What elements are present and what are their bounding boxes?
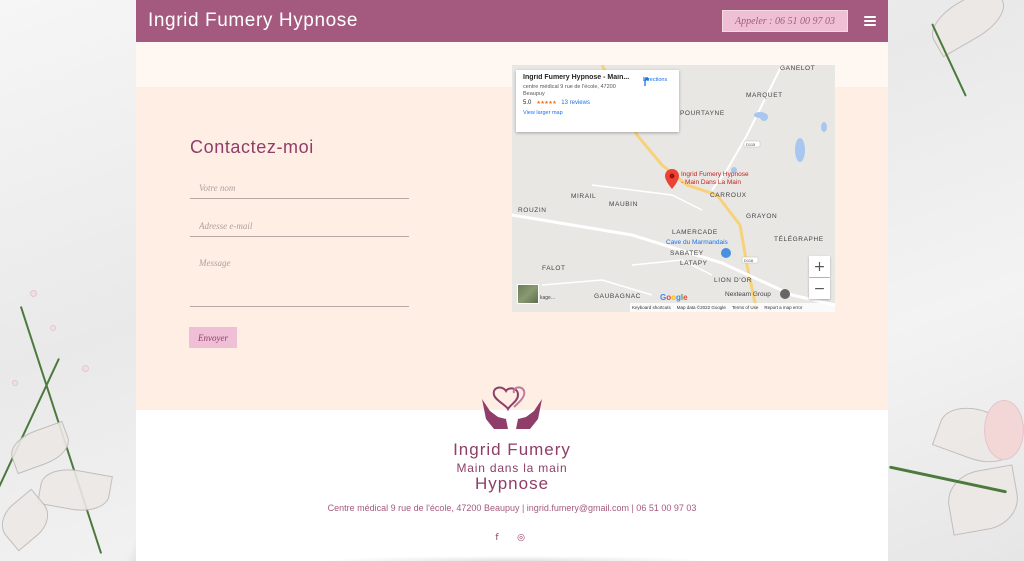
map-data-text: Map data ©2022 Google <box>676 305 726 310</box>
top-navbar: Ingrid Fumery Hypnose Appeler : 06 51 00… <box>136 0 888 42</box>
map-place-label: POURTAYNE <box>680 110 725 117</box>
map-place-label: GANELOT <box>780 65 816 72</box>
footer-contact-info: Centre médical 9 rue de l'école, 47200 B… <box>327 503 697 513</box>
botanical-decoration-right <box>888 0 1024 561</box>
map-place-label: TÉLÉGRAPHE <box>774 236 824 243</box>
star-rating-icon: ★★★★★ <box>536 100 557 106</box>
map-place-label: ROUZIN <box>518 207 547 214</box>
footer-name-line-3: Hypnose <box>474 474 550 493</box>
keyboard-shortcuts-link[interactable]: Keyboard shortcuts <box>632 305 671 310</box>
bottom-shadow <box>316 556 716 561</box>
map-place-label: kage... <box>540 295 556 301</box>
map-pin-label: Ingrid Fumery Hypnose <box>681 171 749 178</box>
page-column: Ingrid Fumery Hypnose Appeler : 06 51 00… <box>136 0 888 561</box>
call-button[interactable]: Appeler : 06 51 00 97 03 <box>722 10 848 32</box>
report-error-link[interactable]: Report a map error <box>764 305 802 310</box>
brand-title[interactable]: Ingrid Fumery Hypnose <box>148 10 358 32</box>
footer-name-line-1: Ingrid Fumery <box>453 440 571 459</box>
zoom-out-button[interactable]: − <box>809 278 830 299</box>
map-footer: Keyboard shortcuts Map data ©2022 Google… <box>630 303 835 312</box>
terms-link[interactable]: Terms of Use <box>732 305 759 310</box>
email-field[interactable] <box>190 215 409 237</box>
map-place-label: Nexteam Group <box>725 291 771 298</box>
map-card-address: centre médical 9 rue de l'école, 47200 B… <box>523 84 616 97</box>
map-place-label: MAUBIN <box>609 201 638 208</box>
satellite-toggle[interactable] <box>517 284 539 304</box>
hands-heart-icon <box>482 386 542 429</box>
navbar-actions: Appeler : 06 51 00 97 03 <box>722 10 876 32</box>
google-map[interactable]: GANELOT MARQUET POURTAYNE MIRAIL MAUBIN … <box>512 65 835 312</box>
road-label: D115 <box>746 142 756 147</box>
map-place-label: SABATEY <box>670 250 704 257</box>
map-place-label: MARQUET <box>746 92 783 99</box>
google-logo: Google <box>660 293 688 302</box>
facebook-icon[interactable]: f <box>492 532 502 544</box>
message-field[interactable] <box>190 253 409 307</box>
reviews-link[interactable]: 13 reviews <box>561 100 590 106</box>
map-place-label: MIRAIL <box>571 193 597 200</box>
botanical-decoration-left <box>0 270 136 561</box>
map-info-card: Ingrid Fumery Hypnose - Main... centre m… <box>516 70 679 132</box>
map-place-label: FALOT <box>542 265 566 272</box>
road-label: D116 <box>744 258 754 263</box>
directions-button[interactable]: Directions <box>640 77 670 86</box>
map-place-label: GRAYON <box>746 213 778 220</box>
map-pin-label: - Main Dans La Main <box>681 179 741 186</box>
map-card-rating: 5.0 ★★★★★ 13 reviews <box>523 100 672 106</box>
map-place-label: LAMERCADE <box>672 229 718 236</box>
send-button[interactable]: Envoyer <box>189 327 237 348</box>
map-place-label: GAUBAGNAC <box>594 293 641 300</box>
zoom-in-button[interactable]: + <box>809 256 830 277</box>
map-place-label: Cave du Marmandais <box>666 239 728 246</box>
instagram-icon[interactable]: ◎ <box>516 532 526 544</box>
map-place-label: LATAPY <box>680 260 708 267</box>
map-card-title: Ingrid Fumery Hypnose - Main... <box>523 74 630 81</box>
name-field[interactable] <box>190 177 409 199</box>
map-place-label: LION D'OR <box>714 277 753 284</box>
view-larger-map-link[interactable]: View larger map <box>523 110 672 116</box>
map-place-label: CARROUX <box>710 192 747 199</box>
social-links: f ◎ <box>492 532 526 544</box>
directions-icon <box>644 77 649 86</box>
footer-name-line-2: Main dans la main <box>456 461 568 475</box>
contact-title: Contactez-moi <box>190 137 314 157</box>
rating-value: 5.0 <box>523 100 532 106</box>
hamburger-icon[interactable] <box>864 16 876 26</box>
